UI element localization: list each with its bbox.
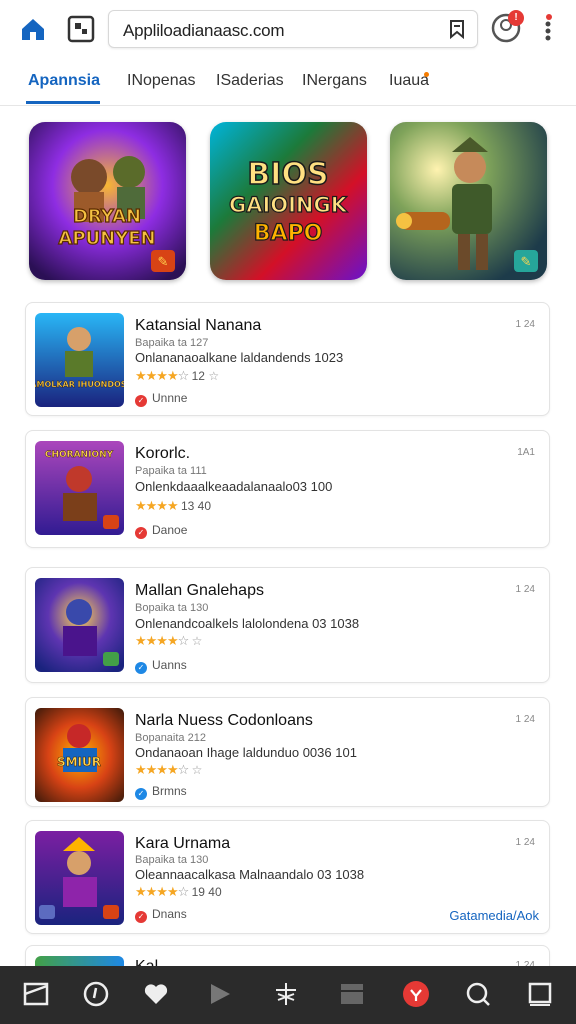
rating-stars: ★★★★ [135,498,179,513]
app-status-label: Danoe [152,523,188,537]
tab-icon[interactable] [526,980,554,1008]
gallery-icon[interactable] [338,980,366,1008]
app-link[interactable]: Gatamedia/Aok [449,908,539,923]
app-thumbnail[interactable]: CHORANIONY [35,441,124,535]
heart-icon[interactable] [142,980,170,1008]
status-check-icon: ✓ [135,911,147,923]
app-title[interactable]: Narla Nuess Codonloans [135,712,313,730]
app-card[interactable]: Mallan Gnalehaps Bopaika ta 130 Onlenand… [25,567,550,683]
app-card[interactable]: CHORANIONY Kororlc. Papaika ta 111 Onlen… [25,430,550,548]
app-description: Onlananaoalkane laldandends 1023 [135,350,344,365]
app-card[interactable]: SMIUR Narla Nuess Codonloans Bopanaita 2… [25,697,550,807]
featured-1-title-line2: APUNYEN [58,228,155,249]
thumb-4-text: SMIUR [57,755,101,769]
featured-2-title-line1: BIOS [247,157,328,192]
status-check-icon: ✓ [135,527,147,539]
hub-icon[interactable] [272,980,300,1008]
qr-icon[interactable] [66,14,96,44]
url-text[interactable]: Appliloadianaasc.com [123,21,285,41]
app-title[interactable]: Kororlc. [135,445,190,463]
app-status: ✓ Unnne [135,391,187,407]
app-status: ✓ Danoe [135,523,187,539]
app-description: Onlenandcoalkels lalolondena 03 1038 [135,616,360,631]
app-status-label: Brmns [152,784,187,798]
app-publisher: Bopaika ta 130 [135,602,209,614]
app-publisher: Bapaika ta 127 [135,337,209,349]
featured-1-title-line1: DRYAN [73,206,141,227]
app-status-label: Uanns [152,658,187,672]
category-tabs: Apannsia INopenas ISaderias INergans Iua… [0,60,576,106]
app-title[interactable]: Kara Urnama [135,835,230,853]
thumb-2-text: CHORANIONY [45,450,114,460]
app-title[interactable]: Mallan Gnalehaps [135,582,264,600]
play-icon[interactable] [206,980,234,1008]
app-rating: ★★★★☆ 19 40 [135,884,222,900]
featured-2-title-line3: BAPO [254,221,323,246]
rating-value-text: 12 [191,369,205,383]
featured-app-2[interactable]: BIOS GAIOINGK BAPO [210,122,367,280]
more-notification-dot [546,14,552,20]
app-card[interactable]: YAMOLKAR IHUONDOSK Katansial Nanana Bapa… [25,302,550,416]
url-bar[interactable]: Appliloadianaasc.com [108,10,478,48]
tab-notification-dot [424,72,429,77]
grid-icon[interactable] [22,980,50,1008]
rating-stars: ★★★★☆ [135,633,189,648]
notification-badge: ! [508,10,524,26]
rating-stars: ★★★★☆ [135,884,189,899]
active-tab-indicator [26,101,100,104]
app-status: ✓ Dnans [135,907,187,923]
app-thumbnail[interactable] [35,578,124,672]
app-thumbnail[interactable]: YAMOLKAR IHUONDOSK [35,313,124,407]
browser-toolbar: Appliloadianaasc.com ! [0,0,576,58]
app-thumbnail[interactable]: SMIUR [35,708,124,802]
record-icon[interactable] [402,980,430,1008]
app-rating: ★★★★☆ ☆ [135,633,203,648]
app-time: 1A1 [517,447,535,458]
featured-3-badge-icon: ✎ [521,254,532,269]
bottom-navigation [0,966,576,1024]
rating-value-text: 13 40 [180,499,211,513]
tab-inopenas[interactable]: INopenas [127,72,196,90]
app-time: 1 24 [515,584,535,595]
app-thumbnail[interactable] [35,831,124,925]
app-rating: ★★★★☆ 12 ☆ [135,368,220,383]
status-check-icon: ✓ [135,788,147,800]
app-status: ✓ Brmns [135,784,187,800]
info-icon[interactable] [82,980,110,1008]
app-publisher: Bapaika ta 130 [135,854,209,866]
status-check-icon: ✓ [135,662,147,674]
app-status: ✓ Uanns [135,658,187,674]
tab-inergans[interactable]: INergans [302,72,367,90]
app-rating: ★★★★☆ ☆ [135,762,203,777]
tab-isaderias[interactable]: ISaderias [216,72,284,90]
app-status-label: Dnans [152,907,187,921]
app-card[interactable]: Kara Urnama Bapaika ta 130 Oleannaacalka… [25,820,550,934]
rating-stars: ★★★★☆ [135,368,189,383]
app-description: Ondanaoan Ihage laldunduo 0036 101 [135,745,357,760]
thumb-1-text: YAMOLKAR IHUONDOSK [35,380,124,389]
bookmark-icon[interactable] [447,19,467,40]
featured-2-title-line2: GAIOINGK [229,193,348,217]
rating-value-text: 19 40 [191,885,222,899]
app-description: Onlenkdaaalkeaadalanaalo03 100 [135,479,333,494]
featured-app-1[interactable]: DRYAN APUNYEN ✎ [29,122,186,280]
featured-app-3[interactable]: ✎ [390,122,547,280]
featured-1-badge-icon: ✎ [158,254,169,269]
search-icon[interactable] [464,980,492,1008]
home-icon[interactable] [18,14,48,44]
app-time: 1 24 [515,714,535,725]
app-time: 1 24 [515,837,535,848]
rating-stars: ★★★★☆ [135,762,189,777]
app-publisher: Bopanaita 212 [135,732,206,744]
app-title[interactable]: Katansial Nanana [135,317,261,335]
status-check-icon: ✓ [135,395,147,407]
app-description: Oleannaacalkasa Malnaandalo 03 1038 [135,867,365,882]
tab-apannsia[interactable]: Apannsia [28,72,100,90]
app-publisher: Papaika ta 111 [135,465,207,477]
app-time: 1 24 [515,319,535,330]
app-rating: ★★★★ 13 40 [135,498,211,514]
app-status-label: Unnne [152,391,188,405]
